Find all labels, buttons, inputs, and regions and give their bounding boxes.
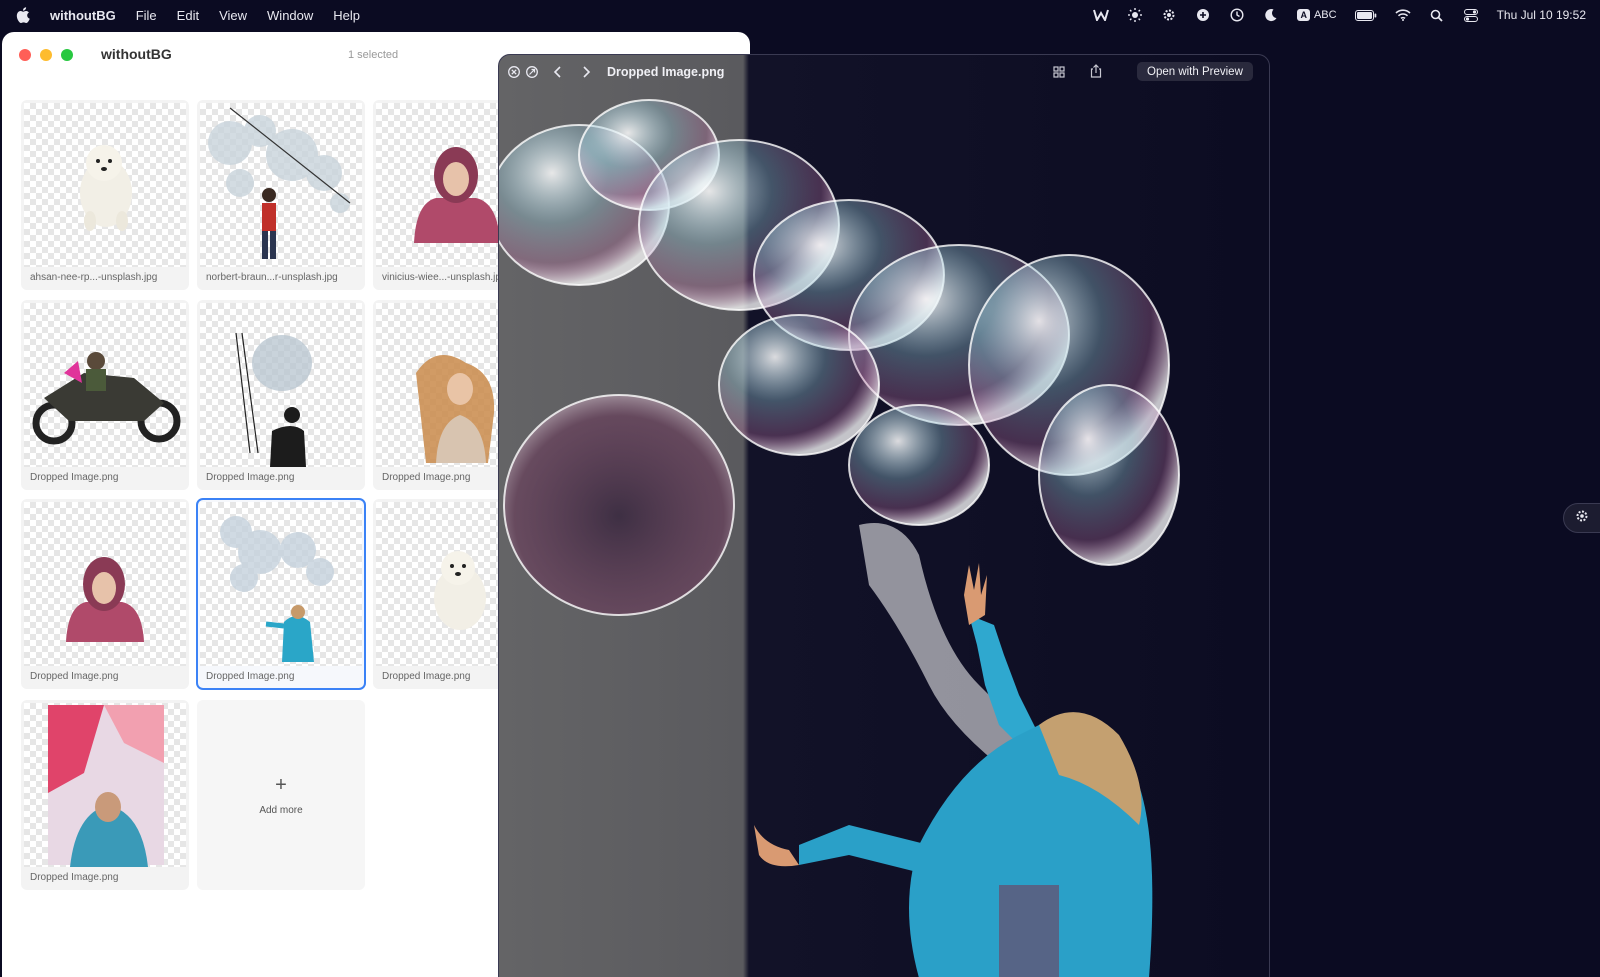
preview-image — [499, 99, 1180, 977]
tile-caption: Dropped Image.png — [206, 671, 295, 682]
image-tile[interactable]: Dropped Image.png — [197, 300, 365, 490]
input-source-label: ABC — [1313, 9, 1337, 21]
thumbnail-woman — [24, 502, 186, 666]
image-tile[interactable]: Dropped Image.png — [21, 499, 189, 689]
input-source-icon: A — [1297, 9, 1310, 21]
wbg-icon[interactable] — [1093, 8, 1110, 22]
window-controls — [19, 49, 73, 61]
moon-icon[interactable] — [1263, 8, 1279, 22]
clock-icon[interactable] — [1229, 8, 1245, 22]
open-with-preview-button[interactable]: Open with Preview — [1137, 62, 1253, 81]
image-tile[interactable]: norbert-braun...r-unsplash.jpg — [197, 100, 365, 290]
image-tile[interactable]: ahsan-nee-rp...-unsplash.jpg — [21, 100, 189, 290]
selection-count: 1 selected — [348, 49, 399, 61]
status-area: A ABC Thu Jul 10 19:52 — [1093, 0, 1586, 30]
input-source-menu[interactable]: A ABC — [1297, 9, 1337, 21]
side-widget[interactable] — [1563, 503, 1600, 533]
search-icon[interactable] — [1429, 8, 1445, 22]
menu-app-name[interactable]: withoutBG — [50, 8, 116, 23]
gear-icon — [1575, 509, 1589, 528]
zoom-window-button[interactable] — [61, 49, 73, 61]
share-icon[interactable] — [1087, 62, 1105, 80]
image-tile[interactable]: Dropped Image.png — [21, 700, 189, 890]
tile-caption: norbert-braun...r-unsplash.jpg — [206, 272, 338, 283]
add-more-label: Add more — [259, 804, 303, 816]
chevron-left-icon[interactable] — [549, 63, 567, 81]
close-window-button[interactable] — [19, 49, 31, 61]
menu-window[interactable]: Window — [267, 8, 313, 23]
fullscreen-icon[interactable] — [523, 63, 541, 81]
thumbnail-bubble-man — [200, 103, 362, 267]
viewer-file-title: Dropped Image.png — [607, 65, 725, 79]
shield-icon[interactable] — [1195, 8, 1211, 22]
image-tile[interactable]: Dropped Image.png — [21, 300, 189, 490]
thumbnail-bubble-silhouette — [200, 303, 362, 467]
minimize-window-button[interactable] — [40, 49, 52, 61]
menubar-clock[interactable]: Thu Jul 10 19:52 — [1497, 8, 1586, 22]
tile-caption: Dropped Image.png — [30, 671, 119, 682]
thumbnail-colorful-woman — [24, 703, 186, 867]
tile-caption: ahsan-nee-rp...-unsplash.jpg — [30, 272, 158, 283]
viewer-toolbar: Dropped Image.png Open with Preview — [499, 55, 1269, 89]
apple-menu-icon[interactable] — [16, 7, 32, 23]
control-center-icon[interactable] — [1463, 8, 1479, 22]
menu-bar: withoutBG File Edit View Window Help A A… — [0, 0, 1600, 30]
plus-icon: + — [275, 773, 287, 796]
tile-caption: Dropped Image.png — [30, 472, 119, 483]
chevron-right-icon[interactable] — [577, 63, 595, 81]
menu-file[interactable]: File — [136, 8, 157, 23]
gear-icon[interactable] — [1161, 8, 1177, 22]
window-title: withoutBG — [101, 46, 172, 62]
image-tile-selected[interactable]: Dropped Image.png — [196, 498, 366, 690]
close-icon[interactable] — [505, 63, 523, 81]
menu-help[interactable]: Help — [333, 8, 360, 23]
wifi-icon[interactable] — [1395, 8, 1411, 22]
thumbnail-motorcycle — [24, 303, 186, 467]
menu-view[interactable]: View — [219, 8, 247, 23]
menu-edit[interactable]: Edit — [177, 8, 199, 23]
grid-icon[interactable] — [1050, 63, 1068, 81]
thumbnail-dog — [24, 103, 186, 267]
battery-icon[interactable] — [1354, 8, 1377, 22]
tile-caption: Dropped Image.png — [206, 472, 295, 483]
tile-caption: Dropped Image.png — [30, 872, 119, 883]
brightness-icon[interactable] — [1127, 8, 1143, 22]
thumbnail-bubble-child — [200, 502, 362, 666]
quick-look-viewer: Dropped Image.png Open with Preview — [498, 54, 1270, 977]
add-more-button[interactable]: + Add more — [197, 700, 365, 890]
